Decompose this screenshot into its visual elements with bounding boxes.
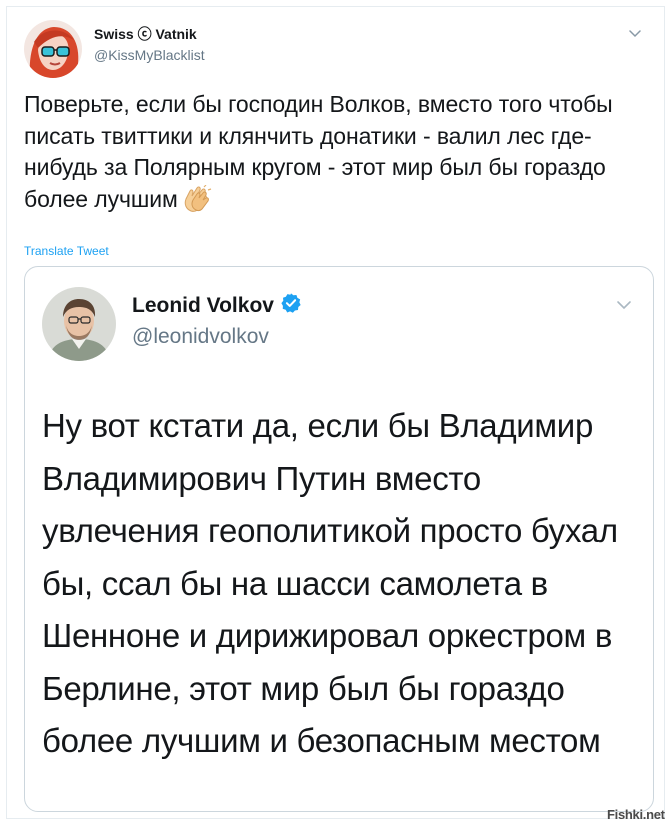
chevron-down-icon[interactable]: [614, 294, 634, 314]
author-block[interactable]: Swiss ⓒ Vatnik @KissMyBlacklist: [94, 24, 205, 63]
quoted-author-avatar[interactable]: [42, 287, 116, 361]
author-handle[interactable]: @KissMyBlacklist: [94, 47, 205, 63]
quoted-author-name[interactable]: Leonid Volkov: [132, 294, 274, 318]
quoted-tweet[interactable]: Leonid Volkov @leonidvolkov Ну вот кстат…: [24, 266, 654, 812]
avatar-illustration: [24, 20, 82, 78]
tweet-text-content: Поверьте, если бы господин Волков, вмест…: [24, 91, 613, 212]
author-name[interactable]: Swiss ⓒ Vatnik: [94, 24, 205, 44]
avatar-photo: [42, 287, 116, 361]
clapping-hands-icon: [182, 183, 212, 222]
quoted-author-block[interactable]: Leonid Volkov @leonidvolkov: [132, 292, 302, 349]
quoted-name-row: Leonid Volkov: [132, 292, 302, 319]
quoted-tweet-text: Ну вот кстати да, если бы Владимир Влади…: [42, 407, 618, 759]
translate-tweet-link[interactable]: Translate Tweet: [24, 244, 109, 258]
chevron-down-icon[interactable]: [627, 25, 643, 41]
tweet-card: Swiss ⓒ Vatnik @KissMyBlacklist Поверьте…: [6, 6, 665, 819]
author-avatar[interactable]: [24, 20, 82, 78]
tweet-text: Поверьте, если бы господин Волков, вмест…: [24, 89, 654, 221]
quoted-author-handle[interactable]: @leonidvolkov: [132, 325, 302, 349]
watermark: Fishki.net: [607, 807, 665, 822]
verified-badge-icon: [280, 292, 302, 319]
